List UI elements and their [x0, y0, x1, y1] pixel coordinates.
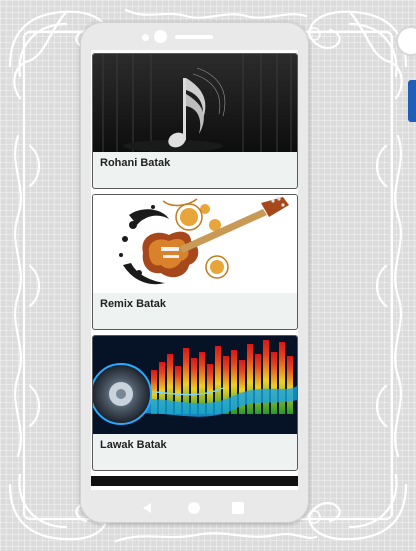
corner-button[interactable]: [396, 26, 416, 56]
phone-mockup: Rohani Batak Remix Batak Lawak Batak: [80, 22, 309, 523]
category-card-remix[interactable]: Remix Batak: [92, 194, 298, 330]
front-camera: [154, 30, 167, 43]
back-triangle-icon[interactable]: [140, 501, 154, 515]
category-label: Lawak Batak: [100, 439, 167, 451]
category-card-rohani[interactable]: Rohani Batak: [92, 53, 298, 189]
speaker-equalizer-image: [93, 336, 297, 434]
music-note-image: [93, 54, 297, 152]
side-tab[interactable]: [408, 80, 416, 122]
category-label: Remix Batak: [100, 298, 167, 310]
category-label: Rohani Batak: [100, 157, 171, 169]
app-screen: Rohani Batak Remix Batak Lawak Batak: [91, 50, 298, 490]
recent-square-icon[interactable]: [231, 501, 245, 515]
earpiece-speaker: [175, 35, 213, 39]
category-card-lawak[interactable]: Lawak Batak: [92, 335, 298, 471]
navigation-bar: [80, 498, 309, 518]
electric-guitar-image: [93, 195, 297, 293]
sensor-dot: [142, 34, 149, 41]
next-card-edge: [91, 476, 298, 486]
home-circle-icon[interactable]: [187, 501, 201, 515]
